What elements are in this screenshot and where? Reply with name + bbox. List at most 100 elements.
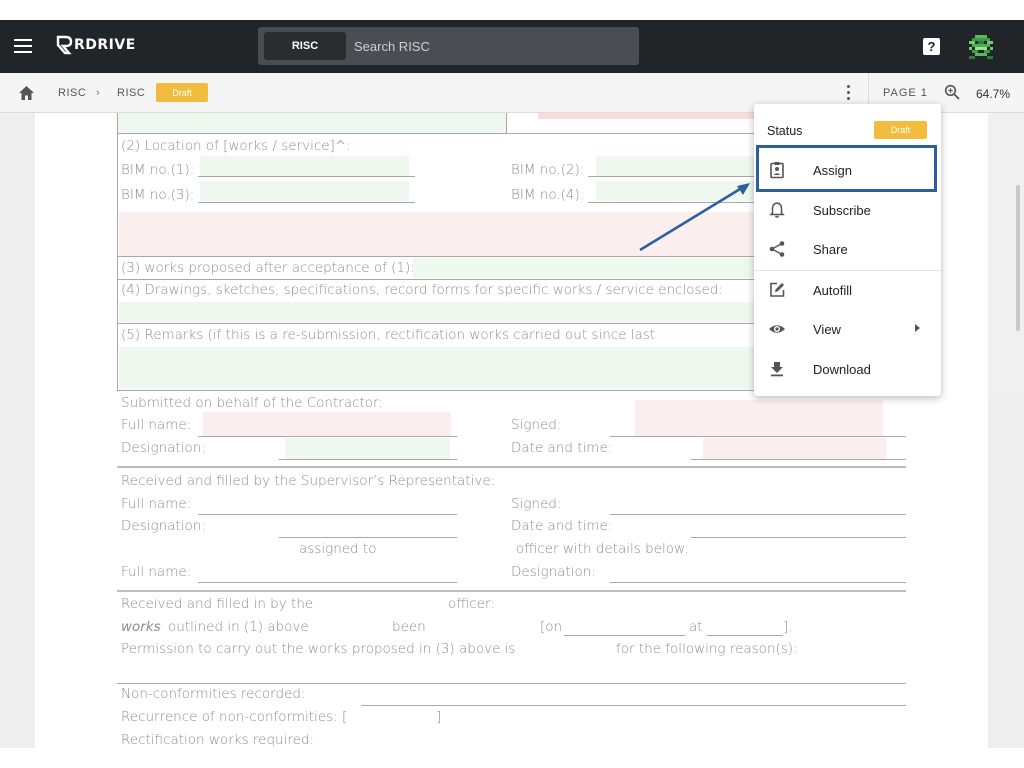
bim3-label: BIM no.(3): xyxy=(121,187,194,203)
zoom-level[interactable]: 64.7% xyxy=(976,87,1010,101)
menu-item-view[interactable]: View xyxy=(754,310,941,349)
following-reasons-label: for the following reason(s): xyxy=(616,641,798,657)
bim1-label: BIM no.(1): xyxy=(121,162,194,178)
bim3-field[interactable] xyxy=(200,181,409,201)
menu-item-label: Subscribe xyxy=(813,203,871,218)
bim2-label: BIM no.(2): xyxy=(511,162,584,178)
drawings-label: (4) Drawings, sketches, specifications, … xyxy=(121,282,723,298)
section-rule xyxy=(117,590,906,592)
drawings-field[interactable] xyxy=(119,302,759,322)
bim4-label: BIM no.(4): xyxy=(511,187,584,203)
submitted-behalf-label: Submitted on behalf of the Contractor: xyxy=(121,395,383,411)
share-icon xyxy=(768,240,786,258)
top-app-bar: RDRIVE RISC ? xyxy=(0,20,1024,73)
supervisor-date-label: Date and time: xyxy=(511,518,612,534)
officer-label: officer: xyxy=(448,596,495,612)
bim2-underline xyxy=(588,176,758,177)
contractor-designation-field[interactable] xyxy=(285,438,450,459)
remarks-label: (5) Remarks (if this is a re-submission,… xyxy=(121,327,655,343)
contractor-date-label: Date and time: xyxy=(511,440,612,456)
underline xyxy=(610,436,906,437)
more-options-icon[interactable] xyxy=(845,85,851,103)
section-rule xyxy=(117,683,906,684)
remarks-field[interactable] xyxy=(119,347,759,389)
contractor-full-name-field[interactable] xyxy=(203,412,451,436)
contractor-signature-field[interactable] xyxy=(635,400,883,436)
hamburger-menu-icon[interactable] xyxy=(14,39,32,53)
underline xyxy=(279,459,457,460)
underline xyxy=(198,582,457,583)
underline xyxy=(691,537,906,538)
works-proposed-label: (3) works proposed after acceptance of (… xyxy=(121,260,415,276)
actions-menu: Status Draft Assign Subscribe Share xyxy=(754,104,941,396)
supervisor-signed-label: Signed: xyxy=(511,496,561,512)
received-supervisor-label: Received and filled by the Supervisor’s … xyxy=(121,473,495,489)
menu-item-share[interactable]: Share xyxy=(754,230,941,269)
menu-item-assign[interactable]: Assign xyxy=(754,151,941,190)
supervisor-full-name-label: Full name: xyxy=(121,496,191,512)
menu-item-label: Autofill xyxy=(813,283,852,298)
section-rule xyxy=(117,466,906,468)
contractor-date-field[interactable] xyxy=(703,438,887,459)
bim4-field[interactable] xyxy=(596,181,756,201)
zoom-icon[interactable] xyxy=(944,84,960,100)
bim4-underline xyxy=(588,202,758,203)
underline xyxy=(198,514,457,515)
bim2-field[interactable] xyxy=(596,156,756,176)
menu-item-label: Download xyxy=(813,362,871,377)
menu-item-label: Share xyxy=(813,242,848,257)
location-label: (2) Location of [works / service]^: xyxy=(121,138,351,154)
status-badge: Draft xyxy=(156,83,208,102)
menu-item-autofill[interactable]: Autofill xyxy=(754,271,941,310)
menu-status-badge: Draft xyxy=(874,121,927,139)
table-divider xyxy=(506,113,507,134)
location-description-field[interactable] xyxy=(119,212,759,256)
non-conformities-label: Non-conformities recorded: xyxy=(121,686,305,702)
help-icon[interactable]: ? xyxy=(923,38,940,55)
menu-item-label: View xyxy=(813,322,841,337)
officer-full-name-label: Full name: xyxy=(121,564,191,580)
received-filled-in-label: Received and filled in by the xyxy=(121,596,313,612)
officer-designation-label: Designation: xyxy=(511,564,596,580)
download-icon xyxy=(768,360,786,378)
supervisor-designation-label: Designation: xyxy=(121,518,206,534)
eye-icon xyxy=(768,320,786,338)
breadcrumb-item-current: RISC xyxy=(117,87,145,99)
recurrence-close-label: ] xyxy=(436,709,441,725)
close-bracket-label: ]. xyxy=(783,619,793,635)
contractor-designation-label: Designation: xyxy=(121,440,206,456)
scrollbar-thumb[interactable] xyxy=(1016,185,1020,331)
underline xyxy=(361,705,906,706)
been-label: been xyxy=(392,619,426,635)
officer-details-label: officer with details below: xyxy=(516,541,689,557)
edit-box-icon xyxy=(768,281,786,299)
underline xyxy=(610,582,906,583)
breadcrumb-item-risc[interactable]: RISC xyxy=(58,87,86,99)
table-left-border xyxy=(117,113,118,390)
outlined-label: outlined in (1) above xyxy=(168,619,309,635)
menu-item-subscribe[interactable]: Subscribe xyxy=(754,191,941,230)
assigned-to-label: assigned to xyxy=(299,541,376,557)
search-input[interactable] xyxy=(354,33,624,59)
app-logo[interactable]: RDRIVE xyxy=(55,35,136,55)
avatar-pixel-icon xyxy=(966,32,996,62)
rectification-label: Rectification works required: xyxy=(121,732,314,748)
form-field-top-left[interactable] xyxy=(118,113,507,133)
home-icon[interactable] xyxy=(18,85,35,101)
bim3-underline xyxy=(198,202,415,203)
logo-text: RDRIVE xyxy=(74,37,136,53)
breadcrumb-separator: › xyxy=(96,87,100,99)
clipboard-user-icon xyxy=(768,161,786,179)
underline xyxy=(691,459,906,460)
underline xyxy=(610,514,906,515)
avatar[interactable] xyxy=(966,32,996,62)
menu-item-download[interactable]: Download xyxy=(754,350,941,389)
bim1-field[interactable] xyxy=(200,156,409,176)
form-field-top-right[interactable] xyxy=(538,113,758,119)
at-label: at xyxy=(689,619,703,635)
rdrive-logo-icon xyxy=(55,35,73,55)
works-proposed-field[interactable] xyxy=(413,258,758,278)
on-label: [on xyxy=(540,619,562,635)
search-scope-chip[interactable]: RISC xyxy=(264,32,346,60)
underline xyxy=(279,537,457,538)
